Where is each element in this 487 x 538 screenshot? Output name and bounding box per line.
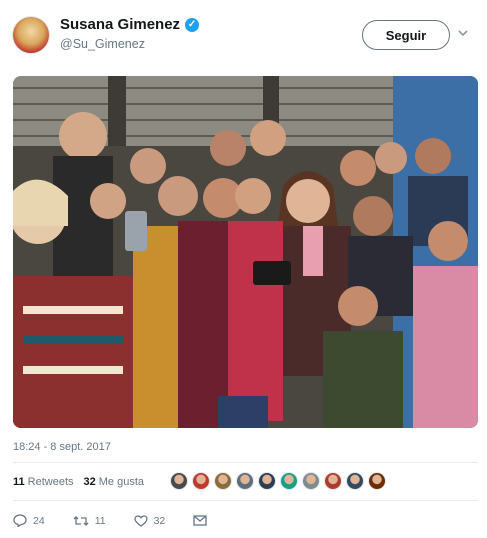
reply-count: 24 bbox=[33, 514, 45, 527]
engagement-stats: 11 Retweets 32 Me gusta bbox=[13, 476, 154, 488]
liker-avatar[interactable] bbox=[258, 472, 276, 490]
retweet-button[interactable]: 11 bbox=[73, 515, 106, 527]
retweet-count: 11 bbox=[94, 514, 106, 527]
follow-button[interactable]: Seguir bbox=[362, 20, 450, 50]
like-count: 32 bbox=[153, 514, 166, 527]
direct-message-button[interactable] bbox=[193, 515, 207, 526]
name-row: Susana Gimenez ✓ bbox=[60, 16, 200, 33]
liker-avatar[interactable] bbox=[280, 472, 298, 490]
likes-label: Me gusta bbox=[98, 476, 144, 488]
liker-avatar[interactable] bbox=[302, 472, 320, 490]
tweet-photo[interactable] bbox=[13, 76, 478, 428]
profile-avatar[interactable] bbox=[12, 16, 50, 54]
heart-icon bbox=[133, 514, 148, 527]
liker-avatar[interactable] bbox=[324, 472, 342, 490]
likes-stat[interactable]: 32 Me gusta bbox=[84, 476, 145, 488]
liker-avatar[interactable] bbox=[170, 472, 188, 490]
liker-avatar[interactable] bbox=[368, 472, 386, 490]
verified-badge-icon: ✓ bbox=[185, 17, 200, 32]
liker-avatar[interactable] bbox=[214, 472, 232, 490]
retweets-count: 11 bbox=[13, 476, 25, 488]
liker-avatar[interactable] bbox=[236, 472, 254, 490]
liker-avatar[interactable] bbox=[346, 472, 364, 490]
retweets-stat[interactable]: 11 Retweets bbox=[13, 476, 74, 488]
tweet-actions: 24 11 32 bbox=[13, 514, 235, 527]
divider bbox=[13, 462, 478, 463]
like-button[interactable]: 32 bbox=[133, 514, 166, 527]
reply-button[interactable]: 24 bbox=[13, 514, 45, 527]
envelope-icon bbox=[193, 515, 207, 526]
user-handle[interactable]: @Su_Gimenez bbox=[60, 37, 145, 51]
divider bbox=[13, 500, 478, 501]
retweets-label: Retweets bbox=[27, 476, 74, 488]
likes-count: 32 bbox=[83, 476, 96, 488]
liker-avatars bbox=[170, 472, 386, 490]
reply-icon bbox=[13, 514, 27, 527]
retweet-icon bbox=[73, 515, 89, 527]
chevron-down-icon[interactable] bbox=[458, 28, 468, 38]
display-name[interactable]: Susana Gimenez bbox=[60, 16, 180, 33]
tweet-timestamp[interactable]: 18:24 - 8 sept. 2017 bbox=[13, 441, 111, 453]
tweet-header: Susana Gimenez ✓ @Su_Gimenez Seguir bbox=[0, 0, 487, 70]
liker-avatar[interactable] bbox=[192, 472, 210, 490]
